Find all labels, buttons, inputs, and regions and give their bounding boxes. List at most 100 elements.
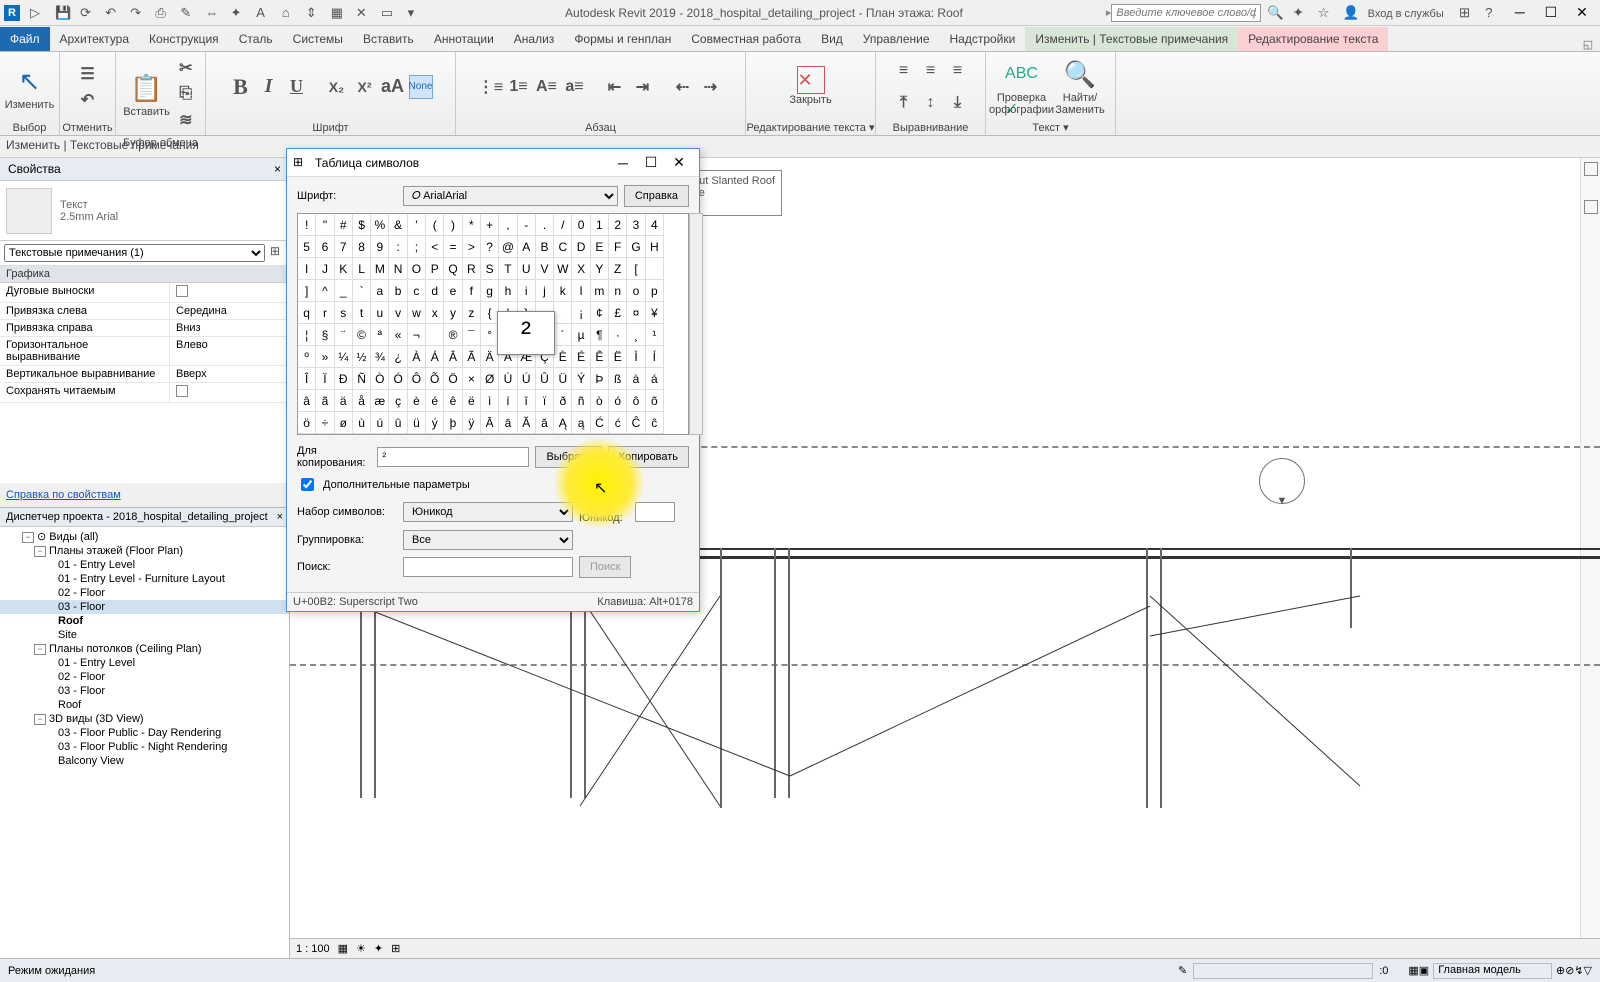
tree-3d-views[interactable]: −3D виды (3D View) <box>0 712 289 726</box>
tab-annot[interactable]: Аннотации <box>424 27 504 51</box>
align-left-icon[interactable]: ≡ <box>892 59 916 83</box>
prop-row-valign[interactable]: Вертикальное выравниваниеВверх <box>0 366 289 383</box>
char-cell[interactable]: Ø <box>481 368 499 390</box>
char-cell[interactable]: . <box>536 214 554 236</box>
char-cell[interactable]: ã <box>316 390 334 412</box>
char-cell[interactable]: ā <box>499 412 517 434</box>
char-cell[interactable]: È <box>554 346 572 368</box>
subscript-icon[interactable]: X₂ <box>325 75 349 99</box>
char-cell[interactable]: ö <box>298 412 316 434</box>
char-cell[interactable]: » <box>316 346 334 368</box>
search-input[interactable] <box>1111 4 1261 22</box>
help-button[interactable]: Справка <box>624 185 689 207</box>
search-button[interactable]: Поиск <box>579 556 631 578</box>
char-cell[interactable]: = <box>444 236 462 258</box>
match-icon[interactable]: ≋ <box>174 108 198 132</box>
char-cell[interactable]: ø <box>335 412 353 434</box>
char-cell[interactable]: ! <box>298 214 316 236</box>
char-cell[interactable]: H <box>646 236 664 258</box>
char-cell[interactable]: è <box>408 390 426 412</box>
char-cell[interactable]: " <box>316 214 334 236</box>
char-cell[interactable]: m <box>591 280 609 302</box>
spellcheck-button[interactable]: ABC✓Проверка орфографии <box>994 56 1049 116</box>
char-cell[interactable]: s <box>335 302 353 324</box>
char-cell[interactable]: V <box>536 258 554 280</box>
outdent-icon[interactable]: ⇠ <box>671 75 695 99</box>
3d-icon[interactable]: ⌂ <box>275 1 297 23</box>
char-cell[interactable]: © <box>353 324 371 346</box>
prop-row-rattach[interactable]: Привязка справаВниз <box>0 320 289 337</box>
char-cell[interactable]: M <box>371 258 389 280</box>
char-cell[interactable]: D <box>572 236 590 258</box>
char-cell[interactable]: é <box>426 390 444 412</box>
char-cell[interactable]: > <box>463 236 481 258</box>
dim-icon[interactable]: ⇔ <box>199 1 221 23</box>
char-cell[interactable]: É <box>572 346 590 368</box>
char-cell[interactable]: ¹ <box>646 324 664 346</box>
char-cell[interactable]: x <box>426 302 444 324</box>
view-icon[interactable]: ☀ <box>356 942 366 955</box>
char-cell[interactable]: E <box>591 236 609 258</box>
home-icon[interactable] <box>1584 162 1598 176</box>
char-cell[interactable]: Ó <box>389 368 407 390</box>
char-cell[interactable]: o <box>627 280 645 302</box>
help-link[interactable]: Справка по свойствам <box>6 489 121 501</box>
tab-analysis[interactable]: Анализ <box>504 27 565 51</box>
char-cell[interactable]: ¯ <box>463 324 481 346</box>
character-grid[interactable]: !"#$%&'()*+,-./0123456789:;<=>?@ABCDEFGH… <box>297 213 689 435</box>
status-icon[interactable]: ✎ <box>1178 964 1187 977</box>
alpha-upper-icon[interactable]: A≡ <box>535 75 559 99</box>
char-cell[interactable]: Ð <box>335 368 353 390</box>
star-icon[interactable]: ☆ <box>1312 2 1334 24</box>
char-cell[interactable]: $ <box>353 214 371 236</box>
close-button[interactable]: ✕ <box>1568 2 1596 24</box>
char-cell[interactable]: ñ <box>572 390 590 412</box>
char-cell[interactable]: 2 <box>609 214 627 236</box>
comm-icon[interactable]: ✦ <box>1286 2 1308 24</box>
char-cell[interactable]: R <box>463 258 481 280</box>
char-cell[interactable]: ĉ <box>646 412 664 434</box>
tree-item[interactable]: Balcony View <box>0 754 289 768</box>
ribbon-collapse-icon[interactable]: ◱ <box>1576 38 1600 51</box>
tab-file[interactable]: Файл <box>0 27 50 51</box>
char-cell[interactable]: A <box>518 236 536 258</box>
align-bot-icon[interactable]: ⤓ <box>946 91 970 115</box>
char-cell[interactable]: þ <box>444 412 462 434</box>
underline-icon[interactable]: U <box>285 75 309 99</box>
tree-item[interactable]: 03 - Floor Public - Day Rendering <box>0 726 289 740</box>
char-cell[interactable]: Ï <box>316 368 334 390</box>
prop-row-arc-leaders[interactable]: Дуговые выноски <box>0 283 289 303</box>
close-icon[interactable]: × <box>274 162 281 176</box>
char-cell[interactable]: ß <box>609 368 627 390</box>
tab-edit-text[interactable]: Редактирование текста <box>1238 27 1388 51</box>
char-cell[interactable]: O <box>408 258 426 280</box>
tree-item[interactable]: 01 - Entry Level <box>0 656 289 670</box>
char-cell[interactable]: ¢ <box>591 302 609 324</box>
char-cell[interactable]: ÿ <box>463 412 481 434</box>
cube-icon[interactable] <box>1584 200 1598 214</box>
char-cell[interactable]: - <box>518 214 536 236</box>
char-cell[interactable]: S <box>481 258 499 280</box>
char-cell[interactable]: Ò <box>371 368 389 390</box>
char-cell[interactable]: 7 <box>335 236 353 258</box>
char-cell[interactable]: 3 <box>627 214 645 236</box>
view-icon[interactable]: ✦ <box>374 942 383 955</box>
advanced-checkbox[interactable] <box>301 478 314 491</box>
tree-item-selected[interactable]: 03 - Floor <box>0 600 289 614</box>
char-cell[interactable]: Ā <box>481 412 499 434</box>
undo-icon[interactable]: ↶ <box>99 2 121 24</box>
minimize-button[interactable]: ─ <box>1506 1 1534 23</box>
char-cell[interactable]: N <box>389 258 407 280</box>
char-cell[interactable]: z <box>463 302 481 324</box>
char-cell[interactable]: t <box>353 302 371 324</box>
char-cell[interactable]: p <box>646 280 664 302</box>
char-cell[interactable]: Î <box>298 368 316 390</box>
char-cell[interactable]: ¶ <box>591 324 609 346</box>
char-cell[interactable]: ë <box>463 390 481 412</box>
char-cell[interactable]: y <box>444 302 462 324</box>
tree-item[interactable]: 03 - Floor Public - Night Rendering <box>0 740 289 754</box>
char-cell[interactable]: ý <box>426 412 444 434</box>
char-cell[interactable]: e <box>444 280 462 302</box>
close-button[interactable]: ✕ <box>665 152 693 174</box>
char-cell[interactable]: æ <box>371 390 389 412</box>
